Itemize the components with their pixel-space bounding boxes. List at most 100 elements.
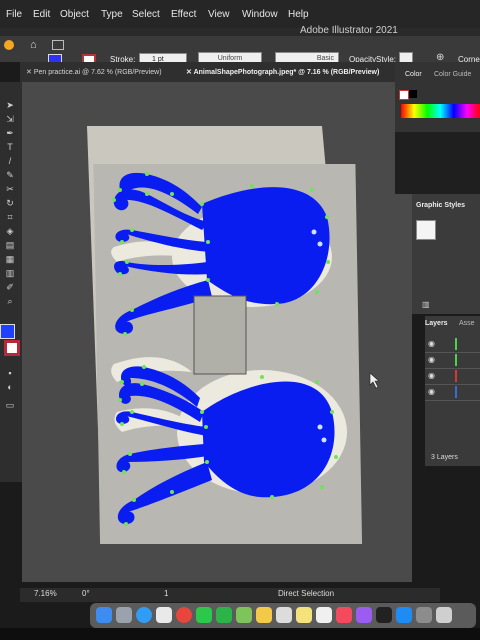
pencil-tool-icon[interactable]: ✎ xyxy=(4,170,16,180)
layers-panel: Layers Asse ◉ ◉ ◉ ◉ 3 Layers xyxy=(425,316,480,466)
finder-icon[interactable] xyxy=(96,607,112,623)
graphic-styles-panel: Graphic Styles ▥ xyxy=(412,194,480,314)
stroke-color-swatch[interactable] xyxy=(4,340,20,356)
color-mode-icon[interactable]: ▪ xyxy=(4,368,16,378)
rectangle-frame[interactable] xyxy=(193,295,247,375)
chrome-icon[interactable] xyxy=(176,607,192,623)
style-library-icon[interactable]: ▥ xyxy=(422,300,430,309)
maps-icon[interactable] xyxy=(236,607,252,623)
safari-icon[interactable] xyxy=(136,607,152,623)
default-style-swatch[interactable] xyxy=(416,220,436,240)
tab-layers[interactable]: Layers xyxy=(425,320,448,327)
graph-tool-icon[interactable]: ▥ xyxy=(4,268,16,278)
shape-builder-tool-icon[interactable]: ◈ xyxy=(4,226,16,236)
tab-animal-shape[interactable]: ✕ AnimalShapePhotograph.jpeg* @ 7.16 % (… xyxy=(186,68,379,76)
screen-bezel xyxy=(0,628,480,640)
draw-mode-icon[interactable]: ◐ xyxy=(4,382,16,392)
calendar-icon[interactable] xyxy=(276,607,292,623)
eye-dot xyxy=(317,424,323,430)
mesh-tool-icon[interactable]: ▦ xyxy=(4,254,16,264)
appstore-icon[interactable] xyxy=(396,607,412,623)
artboard-number[interactable]: 1 xyxy=(164,589,168,598)
podcasts-icon[interactable] xyxy=(356,607,372,623)
line-tool-icon[interactable]: / xyxy=(4,156,16,166)
visibility-eye-icon[interactable]: ◉ xyxy=(428,339,435,348)
canvas[interactable] xyxy=(22,82,412,582)
zoom-level[interactable]: 7.16% xyxy=(34,589,57,598)
direct-selection-tool-icon[interactable]: ⇲ xyxy=(4,114,16,124)
graphic-styles-title: Graphic Styles xyxy=(416,202,466,209)
zoom-tool-icon[interactable]: ⌕ xyxy=(4,296,16,306)
facetime-icon[interactable] xyxy=(216,607,232,623)
visibility-eye-icon[interactable]: ◉ xyxy=(428,387,435,396)
menu-bar: File Edit Object Type Select Effect View… xyxy=(0,0,480,28)
canvas-workspace[interactable] xyxy=(22,82,412,582)
dock xyxy=(90,603,476,628)
layer-row[interactable]: ◉ xyxy=(425,368,480,385)
tab-assets[interactable]: Asse xyxy=(459,320,475,327)
menu-file[interactable]: File xyxy=(6,9,22,20)
menu-view[interactable]: View xyxy=(208,9,230,20)
layer-color-chip xyxy=(455,386,457,398)
photos-app-icon[interactable] xyxy=(256,607,272,623)
eye-dot xyxy=(317,241,323,247)
layer-row[interactable]: ◉ xyxy=(425,352,480,369)
none-swatch[interactable] xyxy=(399,90,409,100)
window-dot-icon xyxy=(4,40,14,50)
home-icon[interactable]: ⌂ xyxy=(30,39,37,51)
tab-pen-practice[interactable]: ✕ Pen practice.ai @ 7.62 % (RGB/Preview) xyxy=(26,68,162,76)
eyedropper-tool-icon[interactable]: ✐ xyxy=(4,282,16,292)
black-swatch[interactable] xyxy=(409,90,417,98)
settings-icon[interactable] xyxy=(416,607,432,623)
launchpad-icon[interactable] xyxy=(116,607,132,623)
menu-edit[interactable]: Edit xyxy=(33,9,50,20)
eye-dot xyxy=(321,437,327,443)
eye-dot xyxy=(311,229,317,235)
app-title: Adobe Illustrator 2021 xyxy=(300,25,398,36)
tools-panel: ➤ ⇲ ✒ T / ✎ ✂ ↻ ⌗ ◈ ▤ ▦ ▥ ✐ ⌕ ▪ ◐ ▭ xyxy=(0,82,22,482)
panel-gap xyxy=(395,132,480,194)
tab-label: AnimalShapePhotograph.jpeg* @ 7.16 % (RG… xyxy=(193,69,380,76)
scissors-tool-icon[interactable]: ✂ xyxy=(4,184,16,194)
rotate-tool-icon[interactable]: ↻ xyxy=(4,198,16,208)
color-panel: Color Color Guide xyxy=(395,62,480,132)
type-tool-icon[interactable]: T xyxy=(4,142,16,152)
status-bar: 7.16% 0° 1 Direct Selection xyxy=(20,588,440,602)
visibility-eye-icon[interactable]: ◉ xyxy=(428,371,435,380)
messages-icon[interactable] xyxy=(196,607,212,623)
tab-color[interactable]: Color xyxy=(405,71,422,78)
layer-count: 3 Layers xyxy=(431,454,458,461)
selection-tool-icon[interactable]: ➤ xyxy=(4,100,16,110)
workspace-switcher-icon[interactable] xyxy=(52,40,64,50)
menu-type[interactable]: Type xyxy=(101,9,123,20)
gradient-tool-icon[interactable]: ▤ xyxy=(4,240,16,250)
free-transform-tool-icon[interactable]: ⌗ xyxy=(4,212,16,222)
fill-color-swatch[interactable] xyxy=(0,324,15,339)
menu-window[interactable]: Window xyxy=(242,9,278,20)
menu-select[interactable]: Select xyxy=(132,9,160,20)
reminders-icon[interactable] xyxy=(316,607,332,623)
document-tab-bar: ✕ Pen practice.ai @ 7.62 % (RGB/Preview)… xyxy=(20,62,395,82)
preview-icon[interactable] xyxy=(436,607,452,623)
menu-effect[interactable]: Effect xyxy=(171,9,196,20)
screen-mode-icon[interactable]: ▭ xyxy=(4,400,16,410)
mouse-cursor-icon xyxy=(369,372,380,389)
rotation-value[interactable]: 0° xyxy=(82,589,90,598)
pen-tool-icon[interactable]: ✒ xyxy=(4,128,16,138)
music-icon[interactable] xyxy=(336,607,352,623)
menu-help[interactable]: Help xyxy=(288,9,309,20)
layer-row[interactable]: ◉ xyxy=(425,336,480,353)
control-bar: ⌂ Stroke: 1 pt Uniform Basic Opacity Sty… xyxy=(0,36,480,68)
layer-color-chip xyxy=(455,370,457,382)
tv-icon[interactable] xyxy=(376,607,392,623)
layer-color-chip xyxy=(455,338,457,350)
current-tool: Direct Selection xyxy=(278,589,335,598)
menu-object[interactable]: Object xyxy=(60,9,89,20)
tab-color-guide[interactable]: Color Guide xyxy=(434,71,471,78)
color-spectrum[interactable] xyxy=(401,104,480,118)
layer-row[interactable]: ◉ xyxy=(425,384,480,401)
tab-label: Pen practice.ai @ 7.62 % (RGB/Preview) xyxy=(33,69,162,76)
photos-icon[interactable] xyxy=(156,607,172,623)
notes-icon[interactable] xyxy=(296,607,312,623)
visibility-eye-icon[interactable]: ◉ xyxy=(428,355,435,364)
